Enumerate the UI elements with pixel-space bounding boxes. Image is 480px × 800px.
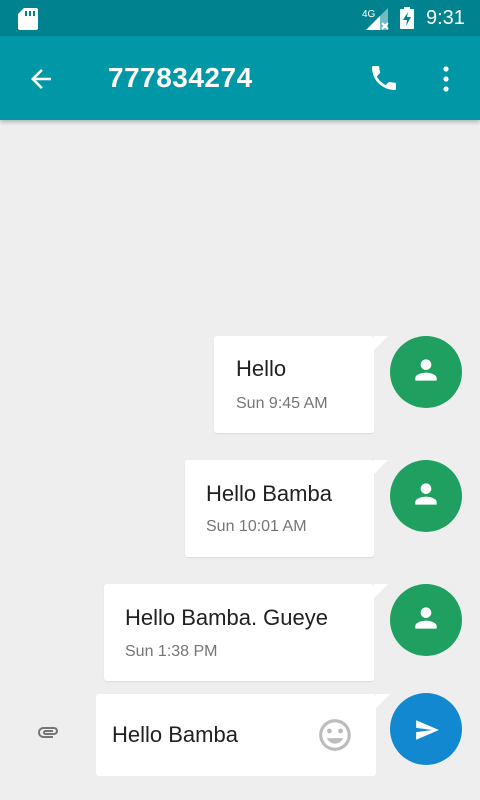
message-text: Hello Bamba. Gueye [125,605,328,630]
contact-avatar[interactable] [390,584,462,656]
more-vert-icon[interactable] [436,64,456,94]
status-bar: 4G 9:31 [0,0,480,36]
network-label: 4G [362,9,376,20]
message-bubble[interactable]: Hello Sun 9:45 AM [214,336,388,433]
message-text: Hello [236,356,287,381]
send-icon [416,720,439,740]
status-time: 9:31 [426,7,465,29]
contact-avatar[interactable] [390,460,462,532]
signal-icon: 4G [362,8,389,30]
paperclip-icon[interactable] [30,720,66,744]
message-text: Hello Bamba [206,481,332,506]
message-timestamp: Sun 9:45 AM [236,395,328,412]
sd-card-icon [18,8,38,30]
battery-charging-icon [400,7,414,29]
person-icon [415,359,437,381]
emoji-icon[interactable] [316,716,354,754]
message-timestamp: Sun 10:01 AM [206,518,307,535]
compose-box [96,694,390,776]
message-bubble[interactable]: Hello Bamba Sun 10:01 AM [185,460,388,557]
message-input[interactable] [112,722,312,748]
message-bubble[interactable]: Hello Bamba. Gueye Sun 1:38 PM [104,584,388,681]
app-bar: 777834274 [0,36,480,120]
person-icon [415,483,437,505]
conversation-title: 777834274 [108,62,253,93]
send-button[interactable] [390,693,462,765]
message-timestamp: Sun 1:38 PM [125,643,218,660]
contact-avatar[interactable] [390,336,462,408]
phone-icon[interactable] [368,62,400,94]
back-arrow-icon[interactable] [26,64,56,94]
person-icon [415,607,437,629]
